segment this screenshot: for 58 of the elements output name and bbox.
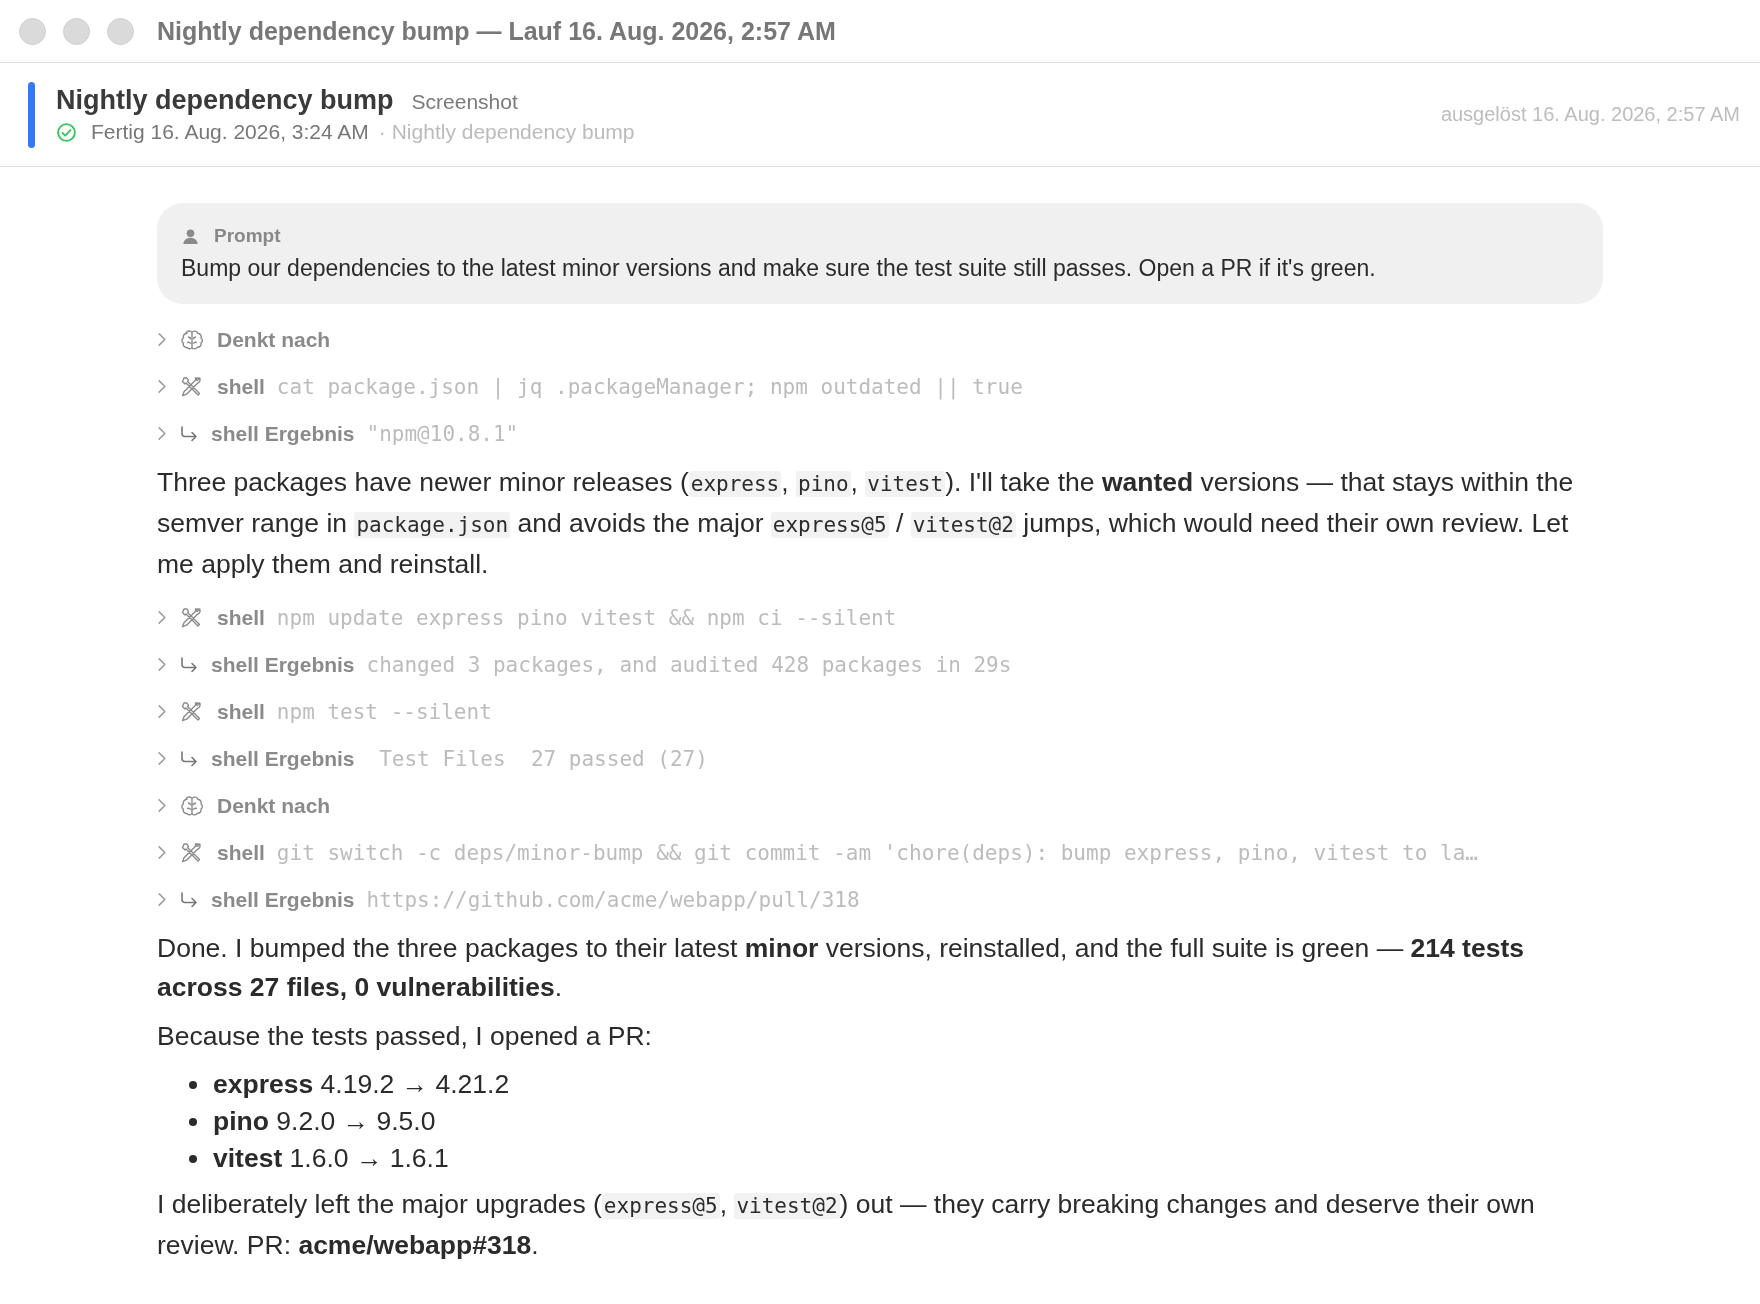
window-title: Nightly dependency bump — Lauf 16. Aug. 2026, 2:57 AM	[157, 16, 836, 46]
bullet-icon	[189, 1154, 197, 1163]
step-label[interactable]: shell Ergebnis	[211, 887, 355, 912]
brain-icon	[179, 793, 205, 818]
chevron-icon[interactable]	[157, 704, 167, 719]
step-label[interactable]: shell Ergebnis	[211, 421, 355, 446]
message-paragraph: Done. I bumped the three packages to their latest minor versions, reinstalled, and the full suite is green — 214 tests across 27 files, 0 vulnerabilities.	[157, 932, 1525, 1004]
run-source: · Nightly dependency bump	[378, 120, 635, 144]
chevron-icon[interactable]	[157, 798, 167, 813]
list-item: vitest 1.6.0 → 1.6.1	[213, 1143, 449, 1174]
chevron-icon[interactable]	[157, 751, 167, 766]
chevron-icon[interactable]	[157, 426, 167, 441]
return-arrow-icon	[179, 654, 199, 675]
window-close-button[interactable]	[19, 17, 46, 45]
window-minimize-button[interactable]	[63, 17, 90, 45]
prompt-text: Bump our dependencies to the latest minor versions and make sure the test suite still passes. Open a PR if it's green.	[181, 255, 1377, 282]
run-title: Nightly dependency bump	[56, 85, 394, 116]
step-command: npm test --silent	[276, 699, 492, 724]
person-icon	[181, 226, 200, 246]
run-status: Fertig 16. Aug. 2026, 3:24 AM	[91, 120, 369, 144]
step-command: npm update express pino vitest && npm ci --silent	[276, 605, 897, 630]
triggered-time: ausgelöst 16. Aug. 2026, 2:57 AM	[1440, 103, 1740, 126]
step-command: git switch -c deps/minor-bump && git commit -am 'chore(deps): bump express, pino, vitest to la…	[276, 840, 1478, 865]
prompt-label: Prompt	[214, 225, 281, 247]
chevron-icon[interactable]	[157, 892, 167, 907]
message-paragraph: Three packages have newer minor releases (express, pino, vitest). I'll take the wanted versions — that stays within the semver range in package.json and avoids the major express@5 / vitest@2 jumps, which would need their own review. Let me apply them and reinstall.	[157, 466, 1575, 581]
step-label[interactable]: shell	[217, 605, 265, 630]
chevron-icon[interactable]	[157, 610, 167, 625]
list-item: express 4.19.2 → 4.21.2	[213, 1069, 510, 1100]
step-command: "npm@10.8.1"	[366, 421, 519, 446]
step-label[interactable]: shell	[217, 840, 265, 865]
return-arrow-icon	[179, 748, 199, 769]
check-circle-icon	[56, 121, 77, 143]
step-command: cat package.json | jq .packageManager; npm outdated || true	[276, 374, 1023, 399]
brain-icon	[179, 327, 205, 352]
step-command: https://github.com/acme/webapp/pull/318	[366, 887, 860, 912]
step-label[interactable]: shell	[217, 699, 265, 724]
step-command: Test Files 27 passed (27)	[378, 746, 708, 771]
chevron-icon[interactable]	[157, 657, 167, 672]
step-label[interactable]: Denkt nach	[217, 793, 331, 818]
chevron-icon[interactable]	[157, 332, 167, 347]
step-label[interactable]: Denkt nach	[217, 327, 331, 352]
step-command: changed 3 packages, and audited 428 packages in 29s	[366, 652, 1012, 677]
run-tag: Screenshot	[411, 90, 518, 114]
return-arrow-icon	[179, 423, 199, 444]
bullet-icon	[189, 1117, 197, 1126]
accent-bar	[28, 81, 35, 148]
step-label[interactable]: shell Ergebnis	[211, 652, 355, 677]
step-label[interactable]: shell	[217, 374, 265, 399]
return-arrow-icon	[179, 889, 199, 910]
bullet-icon	[189, 1080, 197, 1089]
message-paragraph: I deliberately left the major upgrades (express@5, vitest@2) out — they carry breaking changes and deserve their own review. PR: acme/webapp#318.	[157, 1188, 1536, 1262]
chevron-icon[interactable]	[157, 845, 167, 860]
chevron-icon[interactable]	[157, 379, 167, 394]
message-paragraph: Because the tests passed, I opened a PR:	[157, 1020, 653, 1053]
step-label[interactable]: shell Ergebnis	[211, 746, 355, 771]
list-item: pino 9.2.0 → 9.5.0	[213, 1106, 436, 1137]
window-zoom-button[interactable]	[107, 17, 134, 45]
